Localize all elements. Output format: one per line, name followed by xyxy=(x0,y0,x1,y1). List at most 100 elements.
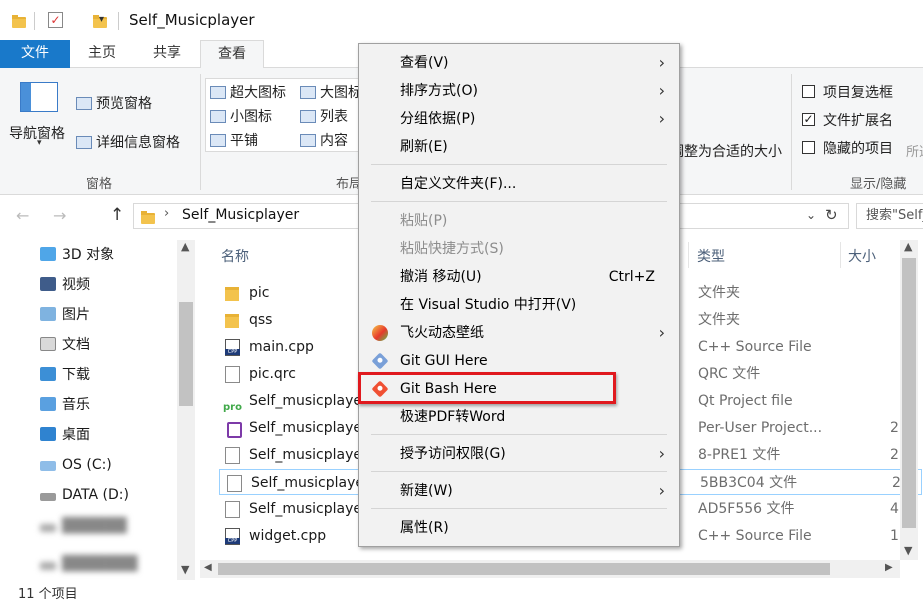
tab-file[interactable]: 文件 xyxy=(0,40,70,68)
menu-item-pdf-to-word[interactable]: 极速PDF转Word xyxy=(359,404,679,430)
preview-pane-icon xyxy=(76,97,92,110)
tab-view[interactable]: 查看 xyxy=(200,40,264,69)
file-type: 5BB3C04 文件 xyxy=(700,475,798,491)
file-name: pic.qrc xyxy=(249,366,296,382)
item-checkboxes-checkbox[interactable] xyxy=(802,85,815,98)
nav-item-label: 图片 xyxy=(62,307,90,323)
scroll-down-icon[interactable]: ▼ xyxy=(181,563,189,576)
file-name: pic xyxy=(249,285,270,301)
details-pane-button[interactable]: 详细信息窗格 xyxy=(76,132,180,152)
column-header-size[interactable]: 大小 xyxy=(848,246,876,266)
menu-item-properties[interactable]: 属性(R) xyxy=(359,515,679,541)
nav-item-downloads[interactable]: 下载 xyxy=(40,363,90,387)
item-checkboxes-label: 项目复选框 xyxy=(823,85,893,101)
visual-studio-icon xyxy=(225,420,242,438)
file-size: 4 xyxy=(890,501,899,517)
scroll-up-icon[interactable]: ▲ xyxy=(181,240,189,253)
git-gui-icon xyxy=(371,352,389,370)
nav-item-videos[interactable]: 视频 xyxy=(40,273,90,297)
window-title: Self_Musicplayer xyxy=(129,11,255,29)
music-icon xyxy=(40,397,56,411)
pictures-icon xyxy=(40,307,56,321)
forward-arrow-icon[interactable]: → xyxy=(53,206,66,225)
nav-item-3d-objects[interactable]: 3D 对象 xyxy=(40,243,114,267)
cpp-file-icon xyxy=(225,339,240,356)
back-arrow-icon[interactable]: ← xyxy=(16,206,29,225)
column-divider[interactable] xyxy=(688,242,689,268)
menu-item-label: 极速PDF转Word xyxy=(400,409,506,425)
menu-item-group-by[interactable]: 分组依据(P) › xyxy=(359,106,679,132)
layout-small[interactable]: 小图标 xyxy=(210,106,272,126)
layout-list[interactable]: 列表 xyxy=(300,106,348,126)
nav-item-pictures[interactable]: 图片 xyxy=(40,303,90,327)
menu-item-view[interactable]: 查看(V) › xyxy=(359,50,679,76)
layout-extra-large[interactable]: 超大图标 xyxy=(210,82,286,102)
nav-scrollbar-thumb[interactable] xyxy=(179,302,193,406)
document-icon xyxy=(225,501,240,518)
horizontal-scrollbar-thumb[interactable] xyxy=(218,563,830,575)
nav-item-desktop[interactable]: 桌面 xyxy=(40,423,90,447)
menu-item-open-visual-studio[interactable]: 在 Visual Studio 中打开(V) xyxy=(359,292,679,318)
breadcrumb[interactable]: Self_Musicplayer xyxy=(182,207,299,223)
menu-item-git-gui[interactable]: Git GUI Here xyxy=(359,348,679,374)
document-icon xyxy=(225,447,240,464)
checkmark-icon[interactable]: ✓ xyxy=(48,12,63,28)
file-type: 文件夹 xyxy=(698,285,740,301)
tab-home[interactable]: 主页 xyxy=(70,40,134,68)
up-arrow-icon[interactable]: ↑ xyxy=(110,205,124,225)
file-list-scrollbar-thumb[interactable] xyxy=(902,258,916,528)
scroll-right-icon[interactable]: ▶ xyxy=(885,562,893,573)
menu-item-customize-folder[interactable]: 自定义文件夹(F)... xyxy=(359,171,679,197)
menu-item-label: 新建(W) xyxy=(400,483,453,499)
file-type: 文件夹 xyxy=(698,312,740,328)
hidden-items-checkbox[interactable] xyxy=(802,141,815,154)
menu-item-refresh[interactable]: 刷新(E) xyxy=(359,134,679,160)
menu-item-paste-shortcut[interactable]: 粘贴快捷方式(S) xyxy=(359,236,679,262)
column-divider[interactable] xyxy=(840,242,841,268)
nav-scrollbar[interactable]: ▲ ▼ xyxy=(177,240,195,580)
menu-item-undo-move[interactable]: 撤消 移动(U) Ctrl+Z xyxy=(359,264,679,290)
menu-item-label: 撤消 移动(U) xyxy=(400,269,482,285)
nav-item-blurred[interactable]: ██████ xyxy=(40,514,127,538)
menu-item-paste[interactable]: 粘贴(P) xyxy=(359,208,679,234)
file-extensions-checkbox[interactable]: ✓ xyxy=(802,113,815,126)
hide-selected-label[interactable]: 所选 xyxy=(906,141,923,160)
item-count: 11 个项目 xyxy=(18,587,78,602)
nav-item-documents[interactable]: 文档 xyxy=(40,333,90,357)
nav-item-drive-d[interactable]: DATA (D:) xyxy=(40,483,129,507)
nav-item-label: 音乐 xyxy=(62,397,90,413)
nav-item-music[interactable]: 音乐 xyxy=(40,393,90,417)
menu-item-new[interactable]: 新建(W) › xyxy=(359,478,679,504)
menu-item-dynamic-wallpaper[interactable]: 飞火动态壁纸 › xyxy=(359,320,679,346)
address-dropdown-icon[interactable]: ⌄ xyxy=(806,208,816,222)
refresh-icon[interactable]: ↻ xyxy=(825,206,838,224)
layout-tiles[interactable]: 平铺 xyxy=(210,130,258,150)
scroll-down-icon[interactable]: ▼ xyxy=(904,544,912,557)
tab-share[interactable]: 共享 xyxy=(134,40,200,68)
file-name: main.cpp xyxy=(249,339,314,355)
scroll-up-icon[interactable]: ▲ xyxy=(904,240,912,253)
nav-item-drive-c[interactable]: OS (C:) xyxy=(40,453,112,477)
layout-small-label: 小图标 xyxy=(230,109,272,125)
menu-item-grant-access[interactable]: 授予访问权限(G) › xyxy=(359,441,679,467)
nav-pane-icon[interactable] xyxy=(20,82,58,112)
preview-pane-button[interactable]: 预览窗格 xyxy=(76,93,152,113)
menu-item-label: Git GUI Here xyxy=(400,353,488,369)
title-divider xyxy=(118,12,119,30)
column-header-type[interactable]: 类型 xyxy=(697,246,725,266)
file-type: C++ Source File xyxy=(698,528,812,544)
file-size: 1 xyxy=(890,528,899,544)
search-input[interactable]: 搜索"Self_Musicplayer" xyxy=(856,203,923,229)
layout-large[interactable]: 大图标 xyxy=(300,82,358,102)
scroll-left-icon[interactable]: ◀ xyxy=(204,562,212,573)
navigation-pane: 3D 对象 视频 图片 文档 下载 音乐 桌面 OS (C:) DATA (D:… xyxy=(0,236,196,582)
horizontal-scrollbar[interactable]: ◀ ▶ xyxy=(200,560,900,578)
menu-item-sort-by[interactable]: 排序方式(O) › xyxy=(359,78,679,104)
layout-content[interactable]: 内容 xyxy=(300,130,348,150)
nav-item-blurred[interactable]: ███████ xyxy=(40,552,137,576)
folder-icon xyxy=(225,314,239,328)
quick-access-dropdown-icon[interactable]: ▾ xyxy=(99,14,104,25)
file-list-scrollbar[interactable]: ▲ ▼ xyxy=(900,240,918,560)
column-header-name[interactable]: 名称 xyxy=(221,246,249,266)
submenu-arrow-icon: › xyxy=(658,444,665,463)
